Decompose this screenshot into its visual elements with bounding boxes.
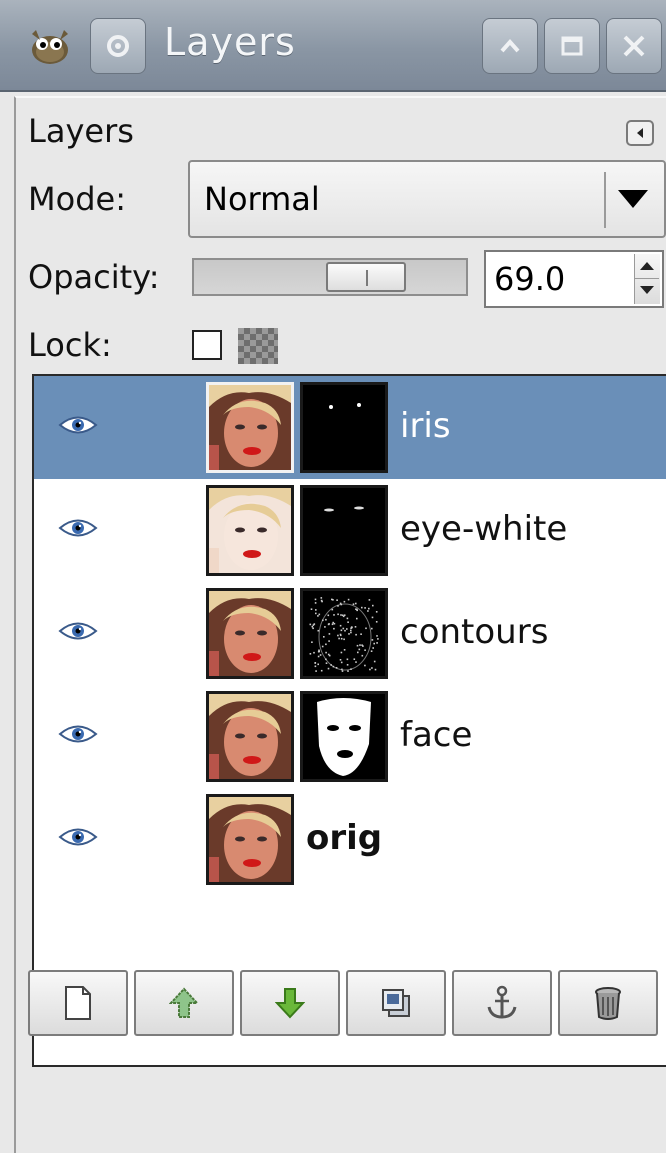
layer-thumbnail <box>206 485 294 576</box>
layer-mask-thumbnail[interactable] <box>300 485 388 576</box>
layer-mask-thumbnail[interactable] <box>300 691 388 782</box>
lock-pixels-checkbox[interactable] <box>192 330 222 360</box>
window-titlebar[interactable]: Layers <box>0 0 666 92</box>
eye-visibility-icon[interactable] <box>58 721 98 747</box>
spin-buttons[interactable] <box>634 254 660 304</box>
layer-row-eye-white[interactable]: eye-white <box>34 479 666 582</box>
layer-row-orig[interactable]: orig <box>34 788 666 891</box>
spin-divider <box>635 278 659 279</box>
eye-visibility-icon[interactable] <box>58 824 98 850</box>
mode-combo[interactable]: Normal <box>188 160 666 238</box>
layer-thumbnail <box>206 794 294 885</box>
layer-row-iris[interactable]: iris <box>34 376 666 479</box>
layer-row-face[interactable]: face <box>34 685 666 788</box>
layer-row-contours[interactable]: contours <box>34 582 666 685</box>
layer-name[interactable]: eye-white <box>400 509 567 549</box>
panel-tab-label: Layers <box>28 112 134 150</box>
maximize-icon <box>561 36 583 56</box>
window-title: Layers <box>164 20 296 64</box>
opacity-value: 69.0 <box>494 260 566 298</box>
maximize-button[interactable] <box>544 18 600 74</box>
menu-arrow-icon <box>637 128 643 138</box>
layer-mask-thumbnail[interactable] <box>300 382 388 473</box>
opacity-label: Opacity: <box>28 258 160 296</box>
chevron-down-icon <box>618 190 648 208</box>
new-layer-icon <box>65 986 91 1020</box>
lower-layer-button[interactable] <box>240 970 340 1036</box>
layer-mask-thumbnail[interactable] <box>300 588 388 679</box>
eye-visibility-icon[interactable] <box>58 412 98 438</box>
close-icon <box>623 35 645 57</box>
lower-layer-icon <box>275 988 305 1019</box>
layer-toolbar <box>14 970 658 1036</box>
pin-button[interactable] <box>90 18 146 74</box>
gimp-wilber-icon[interactable] <box>26 22 74 70</box>
duplicate-layer-icon <box>382 989 410 1017</box>
layer-name[interactable]: orig <box>306 818 382 858</box>
lock-label: Lock: <box>28 326 112 364</box>
delete-layer-icon <box>595 987 621 1020</box>
layer-thumbnail <box>206 588 294 679</box>
layer-name[interactable]: face <box>400 715 472 755</box>
panel-menu-button[interactable] <box>626 120 654 146</box>
pin-icon <box>107 35 129 57</box>
combo-separator <box>604 172 606 228</box>
eye-visibility-icon[interactable] <box>58 515 98 541</box>
opacity-slider[interactable] <box>192 258 468 296</box>
shade-up-button[interactable] <box>482 18 538 74</box>
raise-layer-icon <box>169 987 199 1018</box>
opacity-slider-thumb[interactable] <box>326 262 406 292</box>
opacity-spinbutton[interactable]: 69.0 <box>484 250 664 308</box>
layer-thumbnail <box>206 382 294 473</box>
spin-up-icon[interactable] <box>640 262 654 270</box>
anchor-layer-button[interactable] <box>452 970 552 1036</box>
raise-layer-button[interactable] <box>134 970 234 1036</box>
layer-name[interactable]: contours <box>400 612 548 652</box>
eye-visibility-icon[interactable] <box>58 618 98 644</box>
mode-label: Mode: <box>28 180 126 218</box>
layer-name[interactable]: iris <box>400 406 451 446</box>
layer-list[interactable]: iris eye-white contours face orig <box>32 374 666 1067</box>
close-button[interactable] <box>606 18 662 74</box>
lock-alpha-icon[interactable] <box>238 328 278 364</box>
shade-up-icon <box>500 38 520 53</box>
mode-value: Normal <box>204 180 320 218</box>
duplicate-layer-button[interactable] <box>346 970 446 1036</box>
delete-layer-button[interactable] <box>558 970 658 1036</box>
new-layer-button[interactable] <box>28 970 128 1036</box>
layer-thumbnail <box>206 691 294 782</box>
spin-down-icon[interactable] <box>640 286 654 294</box>
anchor-layer-icon <box>487 985 517 1019</box>
